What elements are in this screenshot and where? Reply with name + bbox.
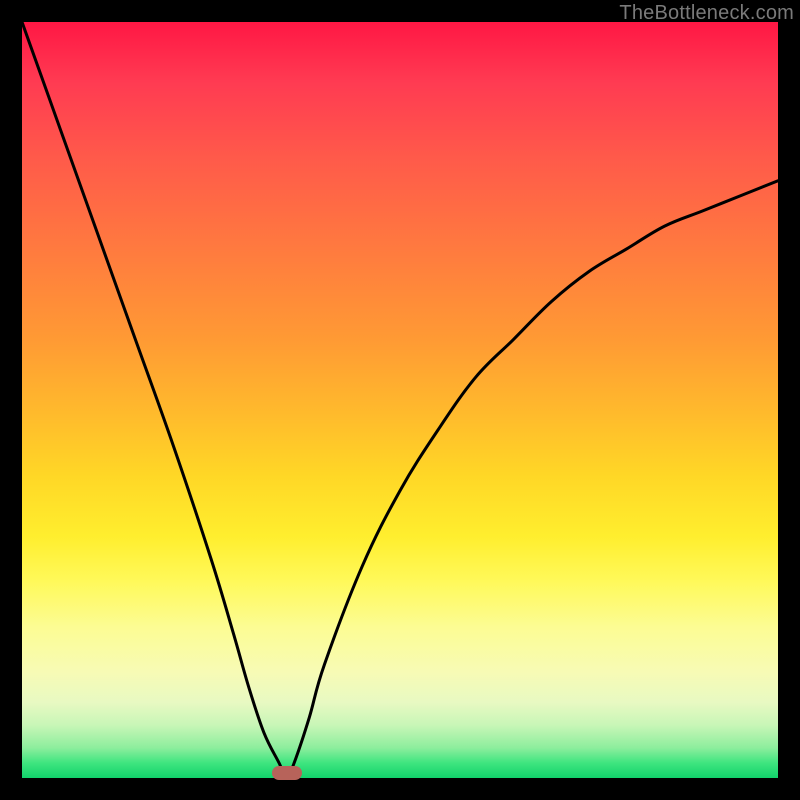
watermark-text: TheBottleneck.com	[619, 2, 794, 25]
chart-frame	[22, 22, 778, 778]
chart-gradient-background	[22, 22, 778, 778]
minimum-marker	[272, 766, 302, 780]
